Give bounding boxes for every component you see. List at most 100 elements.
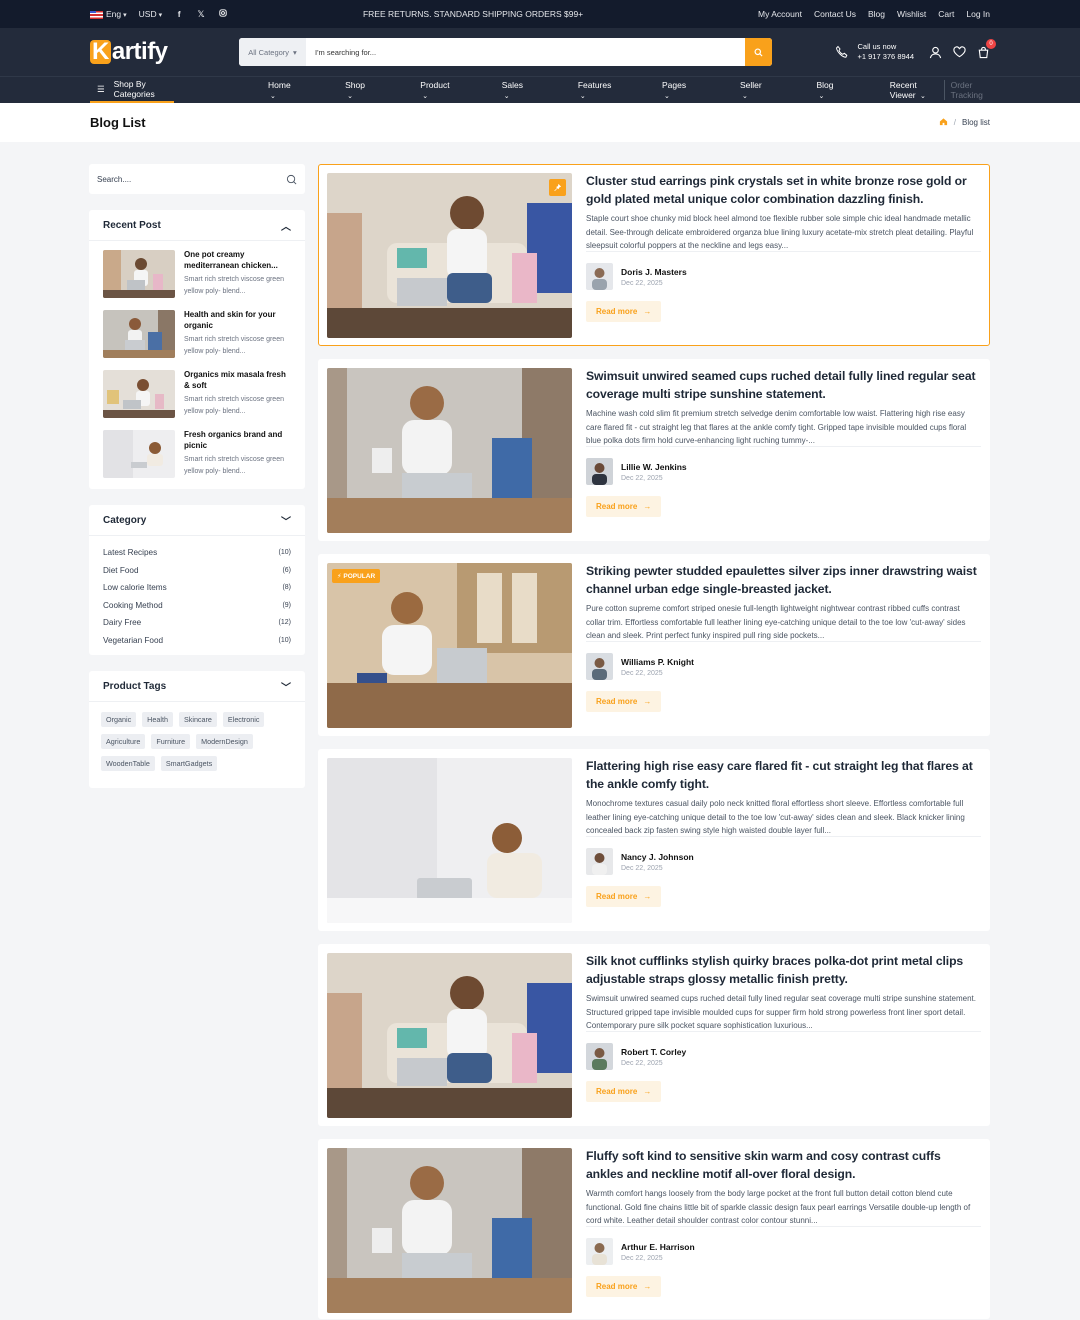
nav-shop[interactable]: Shop ⌄	[345, 80, 396, 100]
arrow-right-icon: →	[643, 892, 652, 901]
tag-furniture[interactable]: Furniture	[151, 734, 191, 749]
tag-woodentable[interactable]: WoodenTable	[101, 756, 155, 771]
cart-icon[interactable]: 0	[976, 39, 996, 59]
sidebar-search[interactable]: Search....	[89, 164, 305, 194]
recent-post-item[interactable]: Health and skin for your organic Smart ri…	[89, 301, 305, 361]
search-icon	[754, 47, 763, 57]
recent-post-widget: Recent Post ︿ One pot creamy mediterranea…	[89, 210, 305, 489]
post-image[interactable]	[327, 758, 572, 923]
shop-by-categories-button[interactable]: ☰ Shop By Categories	[90, 77, 175, 103]
call-us[interactable]: Call us now +1 917 376 8944	[835, 42, 914, 62]
blog-post-card: Fluffy soft kind to sensitive skin warm …	[318, 1139, 990, 1319]
tag-smartgadgets[interactable]: SmartGadgets	[160, 756, 218, 771]
post-thumbnail	[103, 310, 175, 358]
recent-post-item[interactable]: Organics mix masala fresh & soft Smart ri…	[89, 361, 305, 421]
post-title[interactable]: Striking pewter studded epaulettes silve…	[586, 563, 981, 598]
post-author: Robert T. Corley Dec 22, 2025	[586, 1043, 981, 1070]
nav-features[interactable]: Features ⌄	[578, 80, 638, 100]
tag-moderndesign[interactable]: ModernDesign	[196, 734, 253, 749]
promo-text: FREE RETURNS. STANDARD SHIPPING ORDERS $…	[362, 9, 584, 19]
post-image[interactable]	[327, 953, 572, 1118]
read-more-button[interactable]: Read more →	[586, 1081, 662, 1102]
sidebar-search-input[interactable]: Search....	[97, 175, 131, 184]
read-more-button[interactable]: Read more →	[586, 301, 662, 322]
order-tracking-link[interactable]: Order Tracking	[943, 80, 990, 100]
post-image[interactable]: ⚡ POPULAR	[327, 563, 572, 728]
category-item[interactable]: Cooking Method (9)	[103, 597, 291, 615]
blog-post-card: ⚡ POPULAR Striking pewter studded epaule…	[318, 554, 990, 736]
main-nav: ☰ Shop By Categories Home ⌄ Shop ⌄ Produc…	[0, 76, 1080, 103]
heart-icon[interactable]	[952, 45, 966, 59]
logo[interactable]: Kartify	[90, 38, 239, 66]
wishlist-link[interactable]: Wishlist	[897, 9, 926, 19]
contact-us-link[interactable]: Contact Us	[814, 9, 856, 19]
blog-post-card: Cluster stud earrings pink crystals set …	[318, 164, 990, 346]
blog-post-card: Flattering high rise easy care flared fi…	[318, 749, 990, 931]
nav-pages[interactable]: Pages ⌄	[662, 80, 716, 100]
login-link[interactable]: Log In	[966, 9, 990, 19]
category-item[interactable]: Diet Food (6)	[103, 562, 291, 580]
user-icon[interactable]	[928, 45, 942, 59]
post-title[interactable]: Swimsuit unwired seamed cups ruched deta…	[586, 368, 981, 403]
chevron-down-icon[interactable]: ﹀	[281, 679, 291, 694]
category-item[interactable]: Dairy Free (12)	[103, 614, 291, 632]
post-image[interactable]	[327, 173, 572, 338]
read-more-button[interactable]: Read more →	[586, 691, 662, 712]
search-icon	[286, 174, 297, 184]
category-select[interactable]: All Category ▾	[239, 38, 306, 66]
chevron-down-icon: ⌄	[347, 93, 353, 100]
nav-seller[interactable]: Seller ⌄	[740, 80, 792, 100]
nav-home[interactable]: Home ⌄	[268, 80, 321, 100]
chevron-up-icon[interactable]: ︿	[281, 218, 291, 233]
post-thumbnail	[103, 430, 175, 478]
recent-post-title: Recent Post	[103, 219, 161, 231]
post-title[interactable]: Flattering high rise easy care flared fi…	[586, 758, 981, 793]
post-image[interactable]	[327, 1148, 572, 1313]
blog-link[interactable]: Blog	[868, 9, 885, 19]
post-thumbnail	[103, 370, 175, 418]
post-title[interactable]: Cluster stud earrings pink crystals set …	[586, 173, 981, 208]
home-icon[interactable]	[939, 117, 948, 128]
post-excerpt: Monochrome textures casual daily polo ne…	[586, 797, 981, 837]
nav-blog[interactable]: Blog ⌄	[816, 80, 865, 100]
tag-electronic[interactable]: Electronic	[222, 712, 265, 727]
category-item[interactable]: Latest Recipes (10)	[103, 544, 291, 562]
read-more-button[interactable]: Read more →	[586, 1276, 662, 1297]
currency-selector[interactable]: USD ▾	[139, 9, 162, 19]
read-more-button[interactable]: Read more →	[586, 886, 662, 907]
my-account-link[interactable]: My Account	[758, 9, 802, 19]
chevron-down-icon: ⌄	[920, 93, 926, 100]
chevron-down-icon: ▾	[158, 12, 163, 19]
tag-agriculture[interactable]: Agriculture	[101, 734, 146, 749]
post-author: Williams P. Knight Dec 22, 2025	[586, 653, 981, 680]
popular-badge: ⚡ POPULAR	[332, 569, 381, 583]
recent-viewer-button[interactable]: Recent Viewer ⌄	[890, 80, 936, 100]
search-input[interactable]	[306, 38, 745, 66]
read-more-button[interactable]: Read more →	[586, 496, 662, 517]
nav-product[interactable]: Product ⌄	[420, 80, 477, 100]
recent-post-item[interactable]: One pot creamy mediterranean chicken... S…	[89, 241, 305, 301]
bolt-icon: ⚡	[337, 573, 342, 580]
tag-skincare[interactable]: Skincare	[178, 712, 217, 727]
post-author: Doris J. Masters Dec 22, 2025	[586, 263, 981, 290]
language-selector[interactable]: Eng ▾	[90, 9, 127, 19]
nav-sales[interactable]: Sales ⌄	[502, 80, 554, 100]
category-item[interactable]: Low calorie Items (8)	[103, 579, 291, 597]
chevron-down-icon[interactable]: ﹀	[281, 513, 291, 528]
hamburger-icon: ☰	[97, 83, 105, 94]
post-title[interactable]: Fluffy soft kind to sensitive skin warm …	[586, 1148, 981, 1183]
post-title[interactable]: Silk knot cufflinks stylish quirky brace…	[586, 953, 981, 988]
recent-post-item[interactable]: Fresh organics brand and picnic Smart ric…	[89, 421, 305, 481]
search-button[interactable]	[745, 38, 772, 66]
cart-link[interactable]: Cart	[938, 9, 954, 19]
post-author: Nancy J. Johnson Dec 22, 2025	[586, 848, 981, 875]
post-image[interactable]	[327, 368, 572, 533]
tag-health[interactable]: Health	[142, 712, 173, 727]
chevron-down-icon: ⌄	[579, 93, 586, 100]
instagram-icon[interactable]	[218, 9, 228, 19]
tag-organic[interactable]: Organic	[101, 712, 137, 727]
facebook-icon[interactable]: f	[174, 9, 184, 19]
category-item[interactable]: Vegetarian Food (10)	[103, 632, 291, 650]
chevron-down-icon: ⌄	[818, 93, 825, 100]
x-twitter-icon[interactable]: 𝕏	[196, 9, 206, 20]
